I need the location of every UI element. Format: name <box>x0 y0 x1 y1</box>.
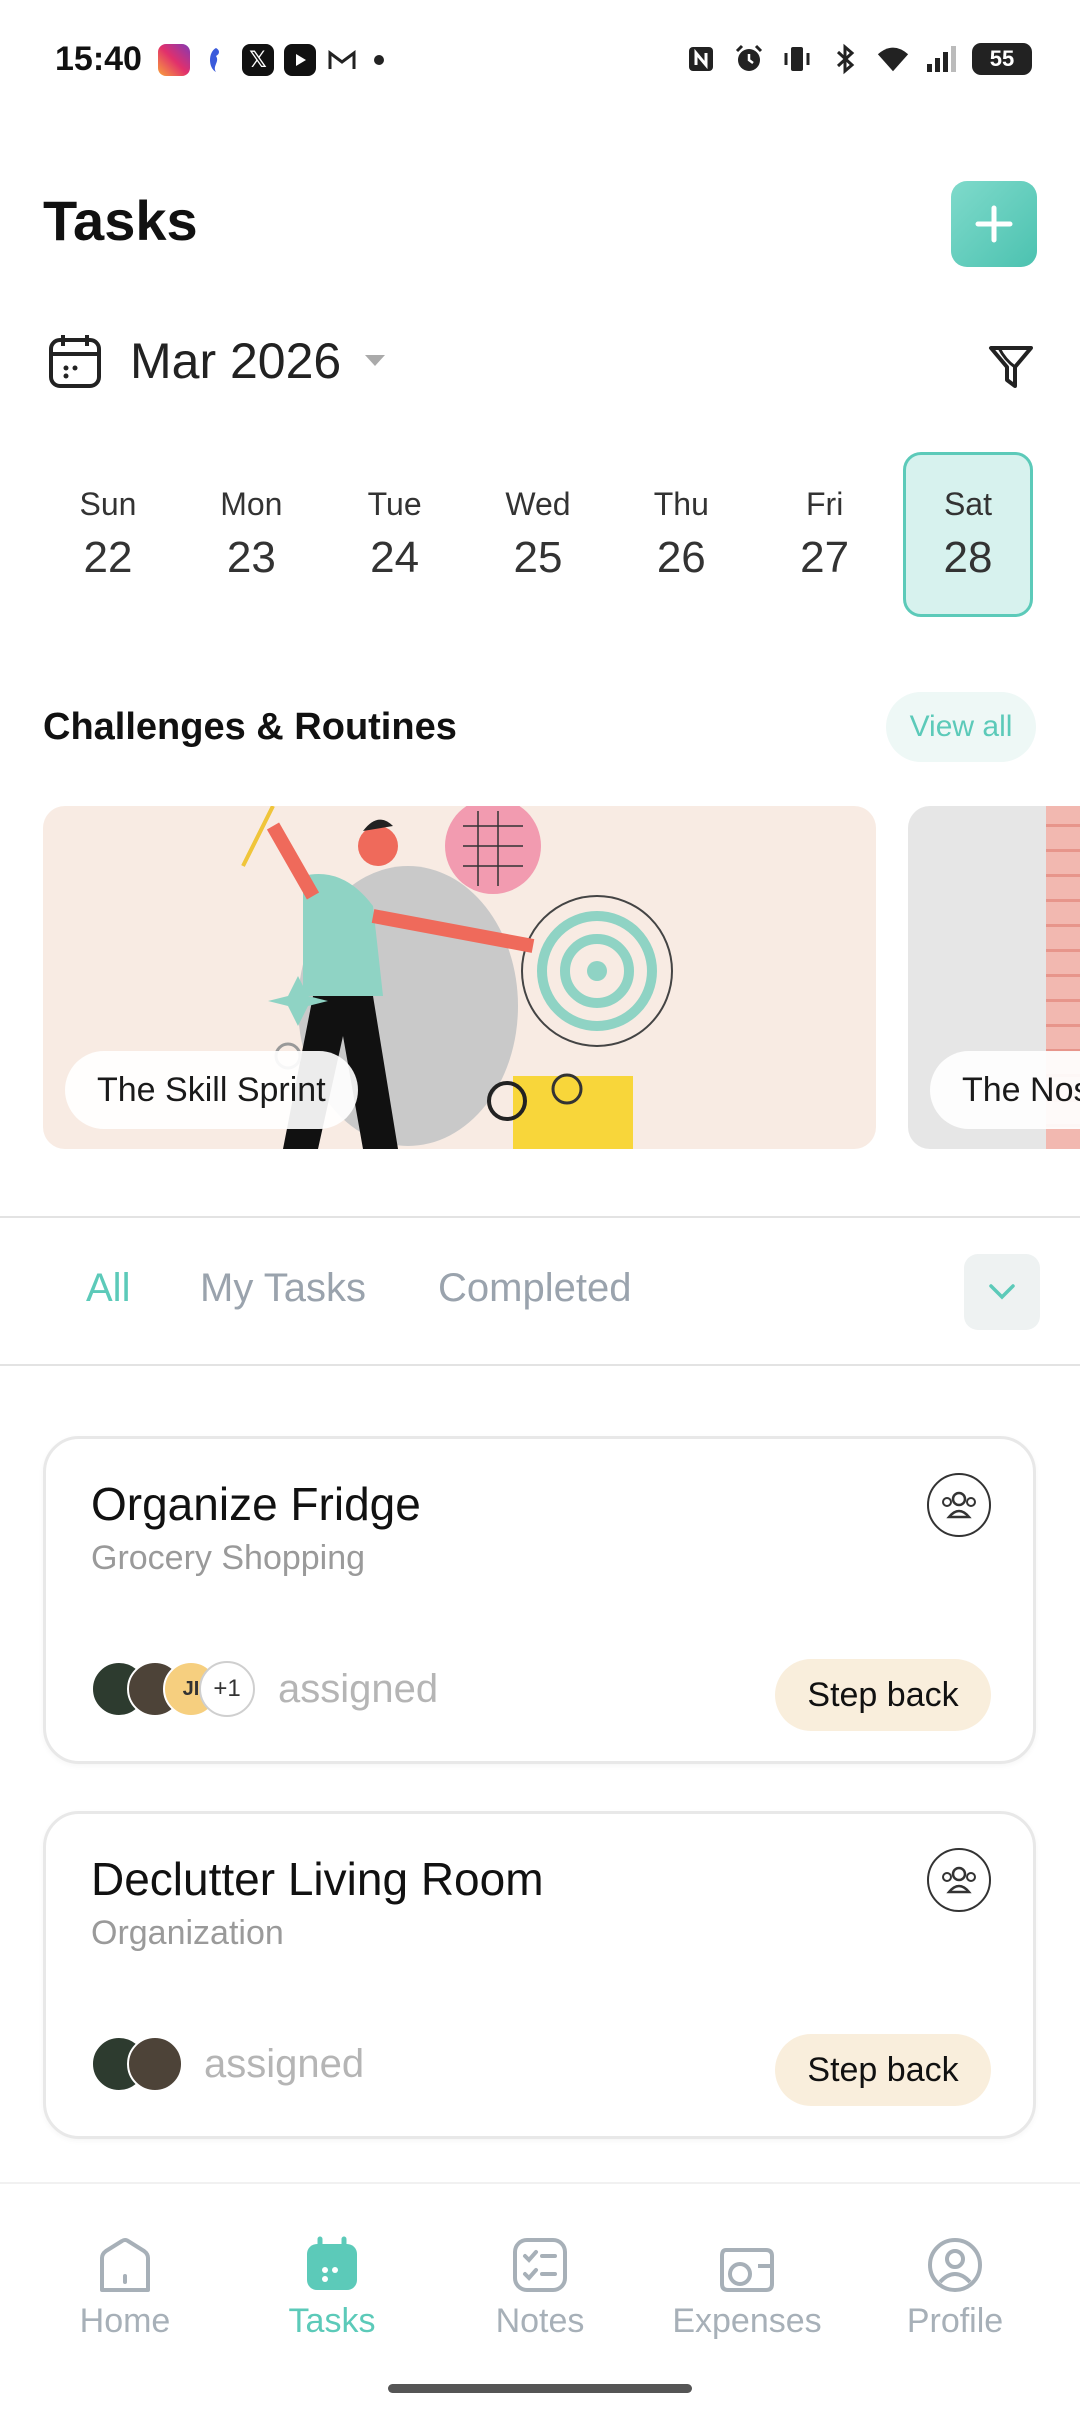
day-number: 26 <box>656 533 706 582</box>
nav-home[interactable]: Home <box>35 2236 215 2341</box>
plus-icon <box>975 205 1013 243</box>
day-fri[interactable]: Fri 27 <box>760 452 890 617</box>
filter-icon <box>989 346 1033 388</box>
task-filter-tabs: All My Tasks Completed <box>0 1216 1080 1366</box>
signal-icon <box>924 42 958 76</box>
nav-label: Tasks <box>288 2302 376 2340</box>
assignee-avatars[interactable]: JI +1 <box>91 1661 255 1717</box>
tab-all[interactable]: All <box>86 1266 130 1311</box>
month-label: Mar 2026 <box>130 333 342 389</box>
view-all-button[interactable]: View all <box>886 692 1036 762</box>
month-selector[interactable]: Mar 2026 <box>48 332 387 390</box>
more-notifications-dot-icon <box>374 55 384 65</box>
gmail-icon <box>326 44 358 76</box>
day-number: 27 <box>800 533 850 582</box>
vibrate-icon <box>780 42 814 76</box>
day-name: Fri <box>805 486 844 522</box>
day-name: Sat <box>943 486 992 522</box>
more-assignees-count: +1 <box>199 1661 255 1717</box>
day-tue[interactable]: Tue 24 <box>330 452 460 617</box>
task-title: Declutter Living Room <box>91 1853 544 1905</box>
checklist-icon <box>513 2238 567 2292</box>
page-title: Tasks <box>43 189 198 252</box>
nav-expenses[interactable]: Expenses <box>657 2236 837 2341</box>
chevron-down-icon <box>989 1284 1015 1300</box>
day-number: 28 <box>943 533 993 582</box>
task-card[interactable]: Declutter Living Room Organization assig… <box>43 1811 1036 2139</box>
task-title: Organize Fridge <box>91 1478 421 1530</box>
day-name: Wed <box>505 486 571 522</box>
nav-label: Home <box>79 2302 171 2340</box>
battery-indicator: 55 <box>972 43 1032 75</box>
calendar-icon <box>49 335 101 388</box>
assignee-avatars[interactable] <box>91 2036 183 2092</box>
challenge-label: The Skill Sprint <box>65 1051 358 1129</box>
wallet-icon <box>720 2248 774 2292</box>
step-back-button[interactable]: Step back <box>775 2034 991 2106</box>
nfc-icon <box>684 42 718 76</box>
nav-label: Notes <box>495 2302 585 2340</box>
group-task-icon <box>927 1473 991 1537</box>
task-category: Grocery Shopping <box>91 1539 366 1577</box>
day-number: 23 <box>226 533 276 582</box>
alarm-icon <box>732 42 766 76</box>
task-card[interactable]: Organize Fridge Grocery Shopping JI +1 a… <box>43 1436 1036 1764</box>
wifi-icon <box>876 42 910 76</box>
tab-my-tasks[interactable]: My Tasks <box>200 1266 366 1311</box>
day-number: 24 <box>370 533 420 582</box>
task-category: Organization <box>91 1914 284 1952</box>
status-bar: 15:40 𝕏 55 <box>0 0 1080 124</box>
day-number: 22 <box>83 533 133 582</box>
youtube-icon <box>284 44 316 76</box>
day-sun[interactable]: Sun 22 <box>43 452 173 617</box>
home-icon <box>100 2238 150 2292</box>
bluetooth-icon <box>828 42 862 76</box>
day-sat-selected[interactable]: Sat 28 <box>902 452 1033 617</box>
filter-button[interactable] <box>985 340 1037 392</box>
instagram-icon <box>158 44 190 76</box>
day-mon[interactable]: Mon 23 <box>186 452 316 617</box>
calendar-icon <box>307 2236 357 2290</box>
challenge-card-skill-sprint[interactable]: The Skill Sprint <box>43 806 876 1149</box>
nav-label: Profile <box>906 2302 1004 2340</box>
system-icons: 55 <box>684 42 1032 76</box>
day-name: Tue <box>367 486 422 522</box>
expand-filters-button[interactable] <box>964 1254 1040 1330</box>
tab-completed[interactable]: Completed <box>438 1266 631 1311</box>
step-back-button[interactable]: Step back <box>775 1659 991 1731</box>
assigned-label: assigned <box>204 2042 365 2086</box>
chevron-down-icon <box>365 355 386 366</box>
add-task-button[interactable] <box>951 181 1037 267</box>
day-name: Mon <box>220 486 283 522</box>
challenges-section-title: Challenges & Routines <box>43 706 457 748</box>
nav-notes[interactable]: Notes <box>450 2236 630 2341</box>
day-number: 25 <box>513 533 563 582</box>
day-name: Sun <box>79 486 137 522</box>
notification-icons: 𝕏 <box>158 44 384 76</box>
user-icon <box>928 2238 982 2292</box>
nav-profile[interactable]: Profile <box>865 2236 1045 2341</box>
day-wed[interactable]: Wed 25 <box>473 452 603 617</box>
messenger-icon <box>200 44 232 76</box>
day-name: Thu <box>653 486 709 522</box>
nav-label: Expenses <box>672 2302 822 2340</box>
home-indicator[interactable] <box>388 2384 692 2393</box>
group-task-icon <box>927 1848 991 1912</box>
x-icon: 𝕏 <box>242 44 274 76</box>
bottom-navigation: Home Tasks Notes Expenses Profile <box>0 2182 1080 2412</box>
challenge-label: The Nos <box>930 1051 1080 1129</box>
assigned-label: assigned <box>278 1667 439 1711</box>
day-thu[interactable]: Thu 26 <box>616 452 746 617</box>
nav-tasks[interactable]: Tasks <box>242 2236 422 2341</box>
challenge-card-2[interactable]: The Nos <box>908 806 1080 1149</box>
avatar <box>127 2036 183 2092</box>
status-time: 15:40 <box>55 40 142 78</box>
week-strip: Sun 22 Mon 23 Tue 24 Wed 25 Thu 26 Fri 27 Sat 2… <box>43 452 1033 617</box>
